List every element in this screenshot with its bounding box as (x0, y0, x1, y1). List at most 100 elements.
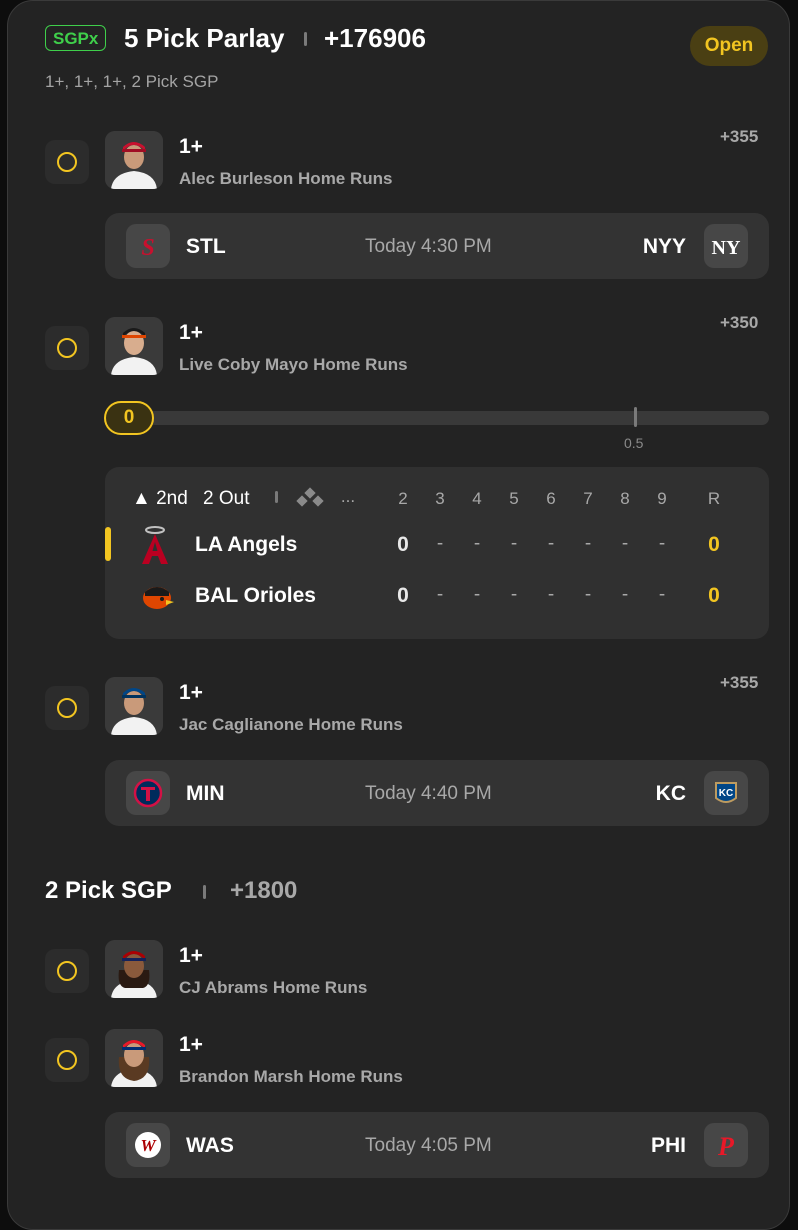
inning-score: - (621, 584, 629, 605)
svg-text:KC: KC (719, 788, 733, 799)
inning-header: 9 (657, 489, 667, 508)
scoreboard-more: ... (340, 487, 356, 506)
inning-score: - (658, 584, 666, 605)
open-circle-icon (57, 338, 77, 358)
sgp-divider (203, 885, 206, 899)
pick-line: 1+ (179, 1033, 203, 1056)
svg-text:NY: NY (712, 237, 741, 259)
inning-score: 0 (397, 584, 409, 607)
inning-score: - (436, 533, 444, 554)
was-logo-icon: W (126, 1123, 170, 1167)
inning-score: - (547, 584, 555, 605)
inning-label: 2nd (156, 488, 188, 509)
kc-logo-icon: KC (704, 771, 748, 815)
bases-diamond-icon (295, 487, 325, 512)
inning-score: - (473, 584, 481, 605)
inning-header: 7 (583, 489, 593, 508)
pick-status-ring (45, 140, 89, 184)
pick-odds: +355 (720, 673, 759, 692)
pick-line: 1+ (179, 681, 203, 704)
game-row[interactable]: W WAS Today 4:05 PM PHI P (105, 1112, 769, 1178)
away-team: WAS (186, 1134, 234, 1157)
open-circle-icon (57, 152, 77, 172)
inning-indicator: ▲ 2nd (132, 488, 188, 510)
inning-header: 2 (398, 489, 408, 508)
nyy-logo-icon: NY (704, 224, 748, 268)
pick-line: 1+ (179, 135, 203, 158)
player-headshot-icon (105, 1029, 163, 1087)
inning-score: - (510, 584, 518, 605)
parlay-title: 5 Pick Parlay (124, 23, 285, 53)
svg-text:W: W (140, 1136, 157, 1155)
current-value-pill: 0 (104, 401, 154, 435)
game-time: Today 4:40 PM (365, 783, 492, 804)
live-scoreboard[interactable]: ▲ 2nd 2 Out ... 2 3 4 5 6 7 8 9 R LA Ang… (105, 467, 769, 639)
away-team: STL (186, 235, 226, 258)
orioles-logo-icon (140, 580, 174, 617)
game-row[interactable]: S STL Today 4:30 PM NYY NY (105, 213, 769, 279)
team-total-runs: 0 (708, 533, 720, 556)
open-circle-icon (57, 961, 77, 981)
parlay-subtitle: 1+, 1+, 1+, 2 Pick SGP (45, 72, 219, 91)
inning-header: 3 (435, 489, 445, 508)
pick-description: Alec Burleson Home Runs (179, 169, 393, 188)
inning-score: - (547, 533, 555, 554)
game-row[interactable]: MIN Today 4:40 PM KC KC (105, 760, 769, 826)
inning-header: 4 (472, 489, 482, 508)
batting-indicator (105, 527, 111, 561)
player-avatar (105, 940, 163, 998)
inning-score: - (584, 584, 592, 605)
svg-text:P: P (717, 1132, 735, 1160)
pick-status-ring (45, 949, 89, 993)
pick-description: Brandon Marsh Home Runs (179, 1067, 403, 1086)
away-team: MIN (186, 782, 225, 805)
inning-header: 5 (509, 489, 519, 508)
inning-score: - (473, 533, 481, 554)
home-team: NYY (642, 235, 686, 258)
inning-score: - (436, 584, 444, 605)
pick-status-ring (45, 326, 89, 370)
player-headshot-icon (105, 940, 163, 998)
inning-score: - (584, 533, 592, 554)
home-team: PHI (650, 1134, 686, 1157)
scoreboard-divider (275, 491, 278, 503)
pick-status-ring (45, 1038, 89, 1082)
team-line-score: 0 - - - - - - - (393, 584, 672, 608)
arrow-up-icon: ▲ (132, 488, 151, 509)
pick-line: 1+ (179, 944, 203, 967)
stl-logo-icon: S (126, 224, 170, 268)
game-time: Today 4:05 PM (365, 1135, 492, 1156)
pick-description: Live Coby Mayo Home Runs (179, 355, 408, 374)
outs-label: 2 Out (203, 488, 250, 509)
sgpx-badge: SGPx (45, 25, 107, 51)
player-avatar (105, 677, 163, 735)
inning-header: 8 (620, 489, 630, 508)
player-avatar (105, 317, 163, 375)
game-time: Today 4:30 PM (365, 236, 492, 257)
inning-score: - (658, 533, 666, 554)
target-value: 0.5 (624, 435, 644, 451)
team-name: BAL Orioles (195, 584, 316, 607)
pick-odds: +350 (720, 313, 759, 332)
team-line-score: 0 - - - - - - - (393, 533, 672, 557)
player-headshot-icon (105, 131, 163, 189)
inning-score: - (621, 533, 629, 554)
inning-header: 6 (546, 489, 556, 508)
pick-description: Jac Caglianone Home Runs (179, 715, 403, 734)
inning-score: 0 (397, 533, 409, 556)
pick-line: 1+ (179, 321, 203, 344)
player-headshot-icon (105, 677, 163, 735)
team-total-runs: 0 (708, 584, 720, 607)
status-badge[interactable]: Open (690, 26, 768, 66)
title-divider (304, 32, 307, 46)
min-logo-icon (126, 771, 170, 815)
player-avatar (105, 1029, 163, 1087)
parlay-card: SGPx 5 Pick Parlay +176906 1+, 1+, 1+, 2… (7, 0, 790, 1230)
progress-track (148, 411, 769, 425)
sgp-odds: +1800 (230, 877, 298, 904)
team-name: LA Angels (195, 533, 298, 556)
open-circle-icon (57, 698, 77, 718)
sgp-title: 2 Pick SGP (45, 877, 172, 904)
player-avatar (105, 131, 163, 189)
inning-headers: 2 3 4 5 6 7 8 9 (393, 489, 672, 509)
